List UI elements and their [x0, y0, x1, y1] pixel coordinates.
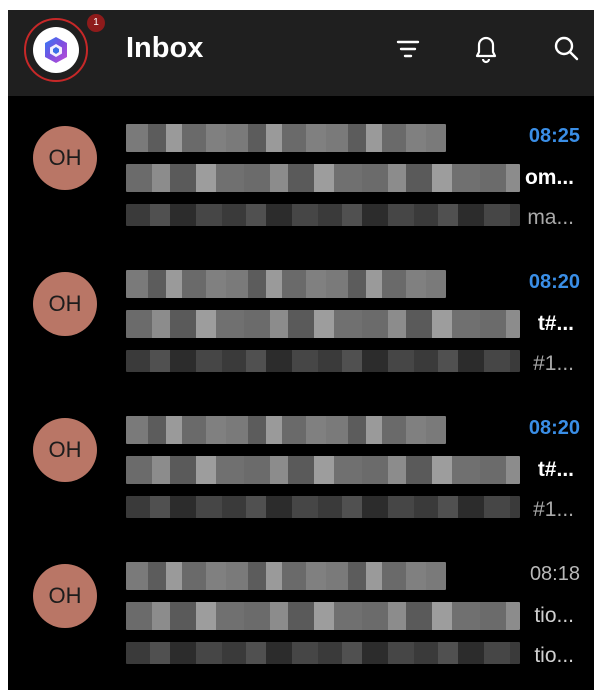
list-item[interactable]: OH 08:20 t#... #1... — [8, 242, 594, 392]
top-bar: 1 Inbox — [8, 10, 594, 96]
subject-text: t#... — [537, 458, 574, 481]
preview-text: #1... — [533, 352, 574, 375]
avatar: OH — [33, 418, 97, 482]
account-button[interactable] — [24, 18, 88, 82]
preview-text: #1... — [533, 498, 574, 521]
redacted-sender — [126, 562, 446, 590]
avatar: OH — [33, 564, 97, 628]
redacted-subject — [126, 602, 520, 630]
preview-text: tio... — [534, 644, 574, 667]
avatar: OH — [33, 272, 97, 336]
notification-badge: 1 — [87, 14, 105, 32]
avatar: OH — [33, 126, 97, 190]
app-screen: 1 Inbox OH 08:25 om... ma... OH 08:20 t#… — [8, 10, 594, 690]
redacted-sender — [126, 416, 446, 444]
redacted-subject — [126, 164, 520, 192]
preview-text: ma... — [527, 206, 574, 229]
filter-icon[interactable] — [390, 31, 426, 67]
subject-text: tio... — [534, 604, 574, 627]
redacted-preview — [126, 204, 520, 226]
message-time: 08:20 — [528, 417, 580, 439]
redacted-subject — [126, 310, 520, 338]
list-item[interactable]: OH 08:18 tio... tio... — [8, 534, 594, 684]
list-item[interactable]: OH 08:25 om... ma... — [8, 96, 594, 246]
redacted-preview — [126, 642, 520, 664]
redacted-preview — [126, 496, 520, 518]
redacted-preview — [126, 350, 520, 372]
search-icon[interactable] — [548, 31, 584, 67]
message-time: 08:20 — [528, 271, 580, 293]
message-time: 08:25 — [528, 125, 580, 147]
message-time: 08:18 — [529, 563, 580, 585]
subject-text: om... — [524, 166, 574, 189]
page-title: Inbox — [126, 32, 204, 64]
bell-icon[interactable] — [468, 31, 504, 67]
redacted-subject — [126, 456, 520, 484]
list-item[interactable]: OH 08:20 t#... #1... — [8, 388, 594, 538]
microsoft-365-icon — [33, 27, 79, 73]
redacted-sender — [126, 124, 446, 152]
redacted-sender — [126, 270, 446, 298]
subject-text: t#... — [537, 312, 574, 335]
